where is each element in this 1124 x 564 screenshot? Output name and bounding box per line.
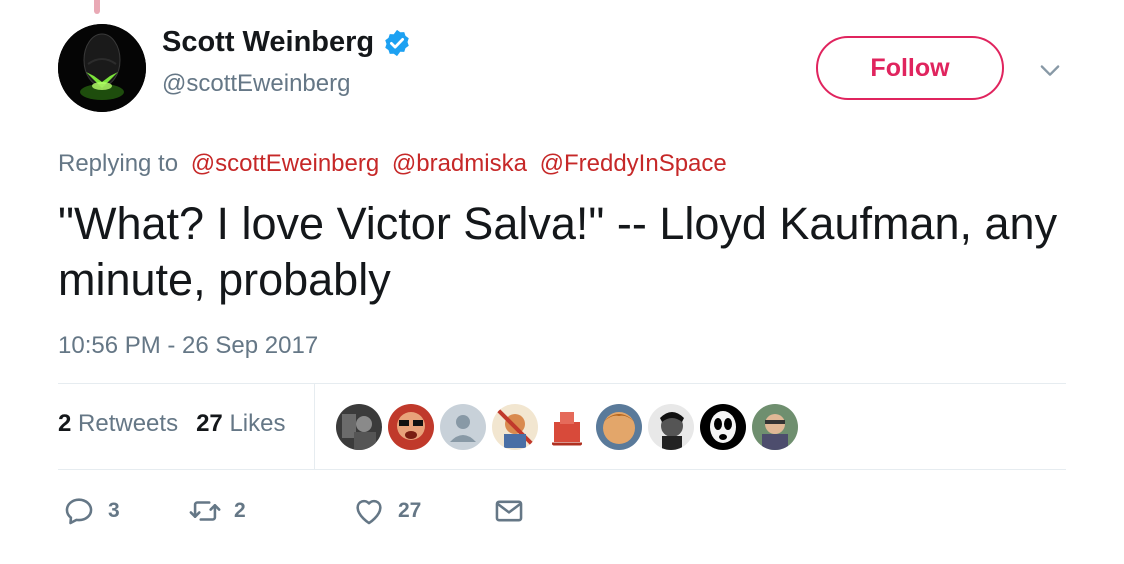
mention-link[interactable]: @bradmiska <box>392 150 527 177</box>
retweets-label: Retweets <box>78 410 179 437</box>
heart-icon <box>356 499 382 525</box>
like-count: 27 <box>398 499 422 522</box>
liker-avatar[interactable] <box>700 404 746 450</box>
divider <box>58 469 1066 470</box>
liker-avatar[interactable] <box>440 404 486 450</box>
reply-button[interactable]: 3 <box>62 494 120 528</box>
mention-link[interactable]: @scottEweinberg <box>191 150 379 177</box>
retweet-count: 2 <box>234 499 246 522</box>
like-button[interactable]: 27 <box>352 494 421 528</box>
mention-link[interactable]: @FreddyInSpace <box>540 150 727 177</box>
author-handle[interactable]: @scottEweinberg <box>162 70 350 98</box>
retweet-button[interactable]: 2 <box>188 494 246 528</box>
direct-message-button[interactable] <box>492 494 526 528</box>
reply-count: 3 <box>108 499 120 522</box>
follow-button[interactable]: Follow <box>816 36 1004 100</box>
retweets-count: 2 <box>58 410 72 437</box>
liker-avatar[interactable] <box>544 404 590 450</box>
reply-icon <box>65 498 93 525</box>
retweet-icon <box>189 501 221 521</box>
chevron-down-icon[interactable] <box>1036 56 1064 84</box>
vertical-divider <box>314 384 315 469</box>
tweet-stats: 2 Retweets 27 Likes <box>58 410 285 438</box>
liker-avatar[interactable] <box>492 404 538 450</box>
thread-connector-line <box>94 0 100 14</box>
retweets-stat[interactable]: 2 Retweets <box>58 410 178 438</box>
liker-avatar[interactable] <box>752 404 798 450</box>
replying-to-label: Replying to <box>58 150 179 177</box>
envelope-icon <box>495 500 523 522</box>
liker-avatar[interactable] <box>596 404 642 450</box>
author-avatar[interactable] <box>58 24 146 112</box>
tweet-text: "What? I love Victor Salva!" -- Lloyd Ka… <box>58 198 1058 305</box>
replying-to-line: Replying to @scottEweinberg @bradmiska @… <box>58 150 727 178</box>
liker-avatar[interactable] <box>648 404 694 450</box>
likes-stat[interactable]: 27 Likes <box>196 410 285 438</box>
liker-avatars <box>336 404 798 450</box>
divider <box>58 383 1066 384</box>
alien-egg-avatar-icon <box>58 24 146 112</box>
likes-label: Likes <box>229 410 286 437</box>
author-name[interactable]: Scott Weinberg <box>162 26 412 59</box>
likes-count: 27 <box>196 410 223 437</box>
verified-badge-icon <box>382 28 412 58</box>
author-display-name[interactable]: Scott Weinberg <box>162 26 374 59</box>
liker-avatar[interactable] <box>336 404 382 450</box>
liker-avatar[interactable] <box>388 404 434 450</box>
tweet-timestamp[interactable]: 10:56 PM - 26 Sep 2017 <box>58 332 318 360</box>
